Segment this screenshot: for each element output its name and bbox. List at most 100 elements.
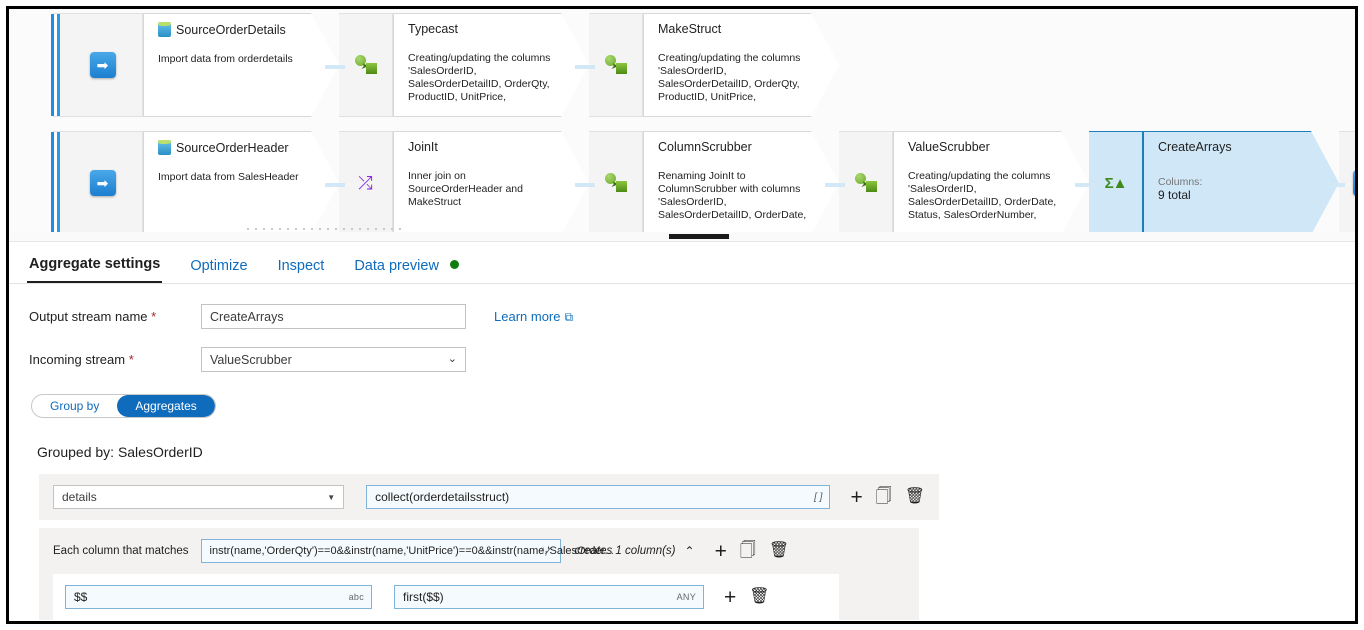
dataflow-canvas[interactable]: SourceOrderDetails Import data from orde… xyxy=(9,9,1355,242)
node-description: Inner join on SourceOrderHeader and Make… xyxy=(408,170,523,208)
node-columns-summary: Columns: 9 total xyxy=(1158,176,1203,202)
chevron-up-icon[interactable]: ⌃ xyxy=(685,544,695,558)
op-icon-cell-makestruct: ➤ xyxy=(575,13,643,117)
aggregate-row-card: details ▼ collect(orderdetailsstruct) [ … xyxy=(39,474,939,520)
status-ok-dot-icon xyxy=(449,260,459,269)
node-columnscrubber[interactable]: ColumnScrubber Renaming JoinIt to Column… xyxy=(643,131,839,235)
groupby-aggregates-toggle[interactable]: Group by Aggregates xyxy=(31,394,216,418)
source-stream-bracket-2 xyxy=(51,131,143,235)
op-icon-cell-sink xyxy=(1325,131,1355,235)
source-import-icon xyxy=(89,170,116,196)
tab-data-preview[interactable]: Data preview xyxy=(352,248,461,283)
pattern-mapping-row: $$ abc first($$) ANY + 🗑 xyxy=(65,585,827,609)
pattern-name-expression-input[interactable]: $$ abc xyxy=(65,585,372,609)
column-pattern-actions: + 🗍 🗑 xyxy=(715,541,790,562)
node-description: Creating/updating the columns 'SalesOrde… xyxy=(408,52,551,103)
node-description: Creating/updating the columns 'SalesOrde… xyxy=(908,170,1057,221)
add-node-button[interactable]: + xyxy=(573,97,582,112)
required-marker: * xyxy=(151,309,157,324)
expression-type-tag: [ ] xyxy=(814,491,823,503)
node-title: ValueScrubber xyxy=(908,140,990,154)
add-node-button[interactable]: + xyxy=(1323,215,1332,230)
toggle-group-by[interactable]: Group by xyxy=(32,395,117,417)
value-type-tag: ANY xyxy=(676,592,696,602)
column-pattern-card: Each column that matches instr(name,'Ord… xyxy=(39,528,919,620)
copy-icon[interactable]: 🗍 xyxy=(740,543,756,559)
add-mapping-button[interactable]: + xyxy=(724,587,736,608)
sql-database-icon xyxy=(158,22,171,37)
derived-column-icon: ➤ xyxy=(354,55,377,75)
aggregate-column-select[interactable]: details ▼ xyxy=(53,485,345,509)
expression-validate-icon[interactable]: ˣ✓ xyxy=(541,546,553,557)
connector-wire xyxy=(825,183,845,187)
canvas-horizontal-scrollbar[interactable] xyxy=(9,232,1355,241)
trash-icon[interactable]: 🗑 xyxy=(749,589,769,605)
node-title: CreateArrays xyxy=(1158,140,1232,154)
node-makestruct[interactable]: MakeStruct Creating/updating the columns… xyxy=(643,13,839,117)
sink-icon xyxy=(1352,170,1355,196)
tab-optimize[interactable]: Optimize xyxy=(188,248,249,283)
dataflow-row-2: SourceOrderHeader Import data from Sales… xyxy=(9,131,1355,239)
add-pattern-button[interactable]: + xyxy=(715,541,727,562)
trash-icon[interactable]: 🗑 xyxy=(905,489,925,505)
op-icon-cell-createarrays: Σ▲ xyxy=(1075,131,1143,235)
tab-inspect[interactable]: Inspect xyxy=(276,248,327,283)
pattern-mapping-card: $$ abc first($$) ANY + 🗑 xyxy=(53,574,839,620)
connector-wire xyxy=(575,65,595,69)
incoming-stream-select-wrap: ⌄ xyxy=(201,347,466,372)
add-node-button[interactable]: + xyxy=(573,215,582,230)
tab-aggregate-settings[interactable]: Aggregate settings xyxy=(27,246,163,283)
trash-icon[interactable]: 🗑 xyxy=(769,543,789,559)
node-typecast[interactable]: Typecast Creating/updating the columns '… xyxy=(393,13,589,117)
derived-column-icon: ➤ xyxy=(854,173,877,193)
op-icon-cell-joinit: ⤮ xyxy=(325,131,393,235)
chevron-down-icon: ▼ xyxy=(327,492,336,502)
op-icon-cell-typecast: ➤ xyxy=(325,13,393,117)
external-link-icon: ⧉ xyxy=(564,309,574,324)
connector-wire xyxy=(1325,183,1345,187)
settings-tabbar: Aggregate settings Optimize Inspect Data… xyxy=(9,242,1355,284)
join-icon: ⤮ xyxy=(358,173,373,193)
node-title: SourceOrderHeader xyxy=(158,140,305,155)
add-node-button[interactable]: + xyxy=(323,97,332,112)
connector-wire xyxy=(1075,183,1095,187)
derived-column-icon: ➤ xyxy=(604,55,627,75)
toggle-aggregates[interactable]: Aggregates xyxy=(117,395,215,417)
column-pattern-expression-input[interactable]: instr(name,'OrderQty')==0&&instr(name,'U… xyxy=(200,539,614,563)
op-icon-cell-columnscrubber: ➤ xyxy=(575,131,643,235)
dataflow-row-1: SourceOrderDetails Import data from orde… xyxy=(9,13,839,121)
learn-more-link[interactable]: Learn more ⧉ xyxy=(494,309,573,325)
app-window: SourceOrderDetails Import data from orde… xyxy=(6,6,1358,624)
output-stream-input[interactable] xyxy=(201,304,466,329)
add-node-button[interactable]: + xyxy=(1073,215,1082,230)
source-import-icon xyxy=(89,52,116,78)
column-pattern-label: Each column that matches xyxy=(53,545,189,557)
node-joinit[interactable]: JoinIt Inner join on SourceOrderHeader a… xyxy=(393,131,589,235)
sql-database-icon xyxy=(158,140,171,155)
node-description: Import data from orderdetails xyxy=(158,53,293,65)
node-valuescrubber[interactable]: ValueScrubber Creating/updating the colu… xyxy=(893,131,1089,235)
add-node-button[interactable]: + xyxy=(823,215,832,230)
pattern-value-expression-input[interactable]: first($$) ANY xyxy=(394,585,704,609)
incoming-stream-label: Incoming stream * xyxy=(29,352,134,367)
add-node-button[interactable]: + xyxy=(823,97,832,112)
copy-icon[interactable]: 🗍 xyxy=(876,489,892,505)
aggregate-expression-input[interactable]: collect(orderdetailsstruct) [ ] xyxy=(366,485,831,509)
node-source-order-header[interactable]: SourceOrderHeader Import data from Sales… xyxy=(143,131,339,235)
add-aggregate-button[interactable]: + xyxy=(850,487,862,508)
aggregate-icon: Σ▲ xyxy=(1104,174,1128,192)
canvas-dotted-rule xyxy=(247,228,402,230)
incoming-stream-select[interactable] xyxy=(201,347,466,372)
required-marker: * xyxy=(128,352,134,367)
node-description: Creating/updating the columns 'SalesOrde… xyxy=(658,52,801,103)
aggregate-settings-panel: Output stream name * Learn more⧉ Incomin… xyxy=(9,284,1355,620)
scrollbar-thumb[interactable] xyxy=(669,234,729,239)
node-createarrays[interactable]: CreateArrays Columns: 9 total + xyxy=(1143,131,1339,235)
node-description: Renaming JoinIt to ColumnScrubber with c… xyxy=(658,170,807,221)
connector-wire xyxy=(325,65,345,69)
node-title: ColumnScrubber xyxy=(658,140,752,154)
output-stream-label: Output stream name * xyxy=(29,309,157,324)
name-type-tag: abc xyxy=(348,592,364,602)
output-stream-row: Output stream name * Learn more⧉ xyxy=(29,304,1335,329)
node-source-order-details[interactable]: SourceOrderDetails Import data from orde… xyxy=(143,13,339,117)
